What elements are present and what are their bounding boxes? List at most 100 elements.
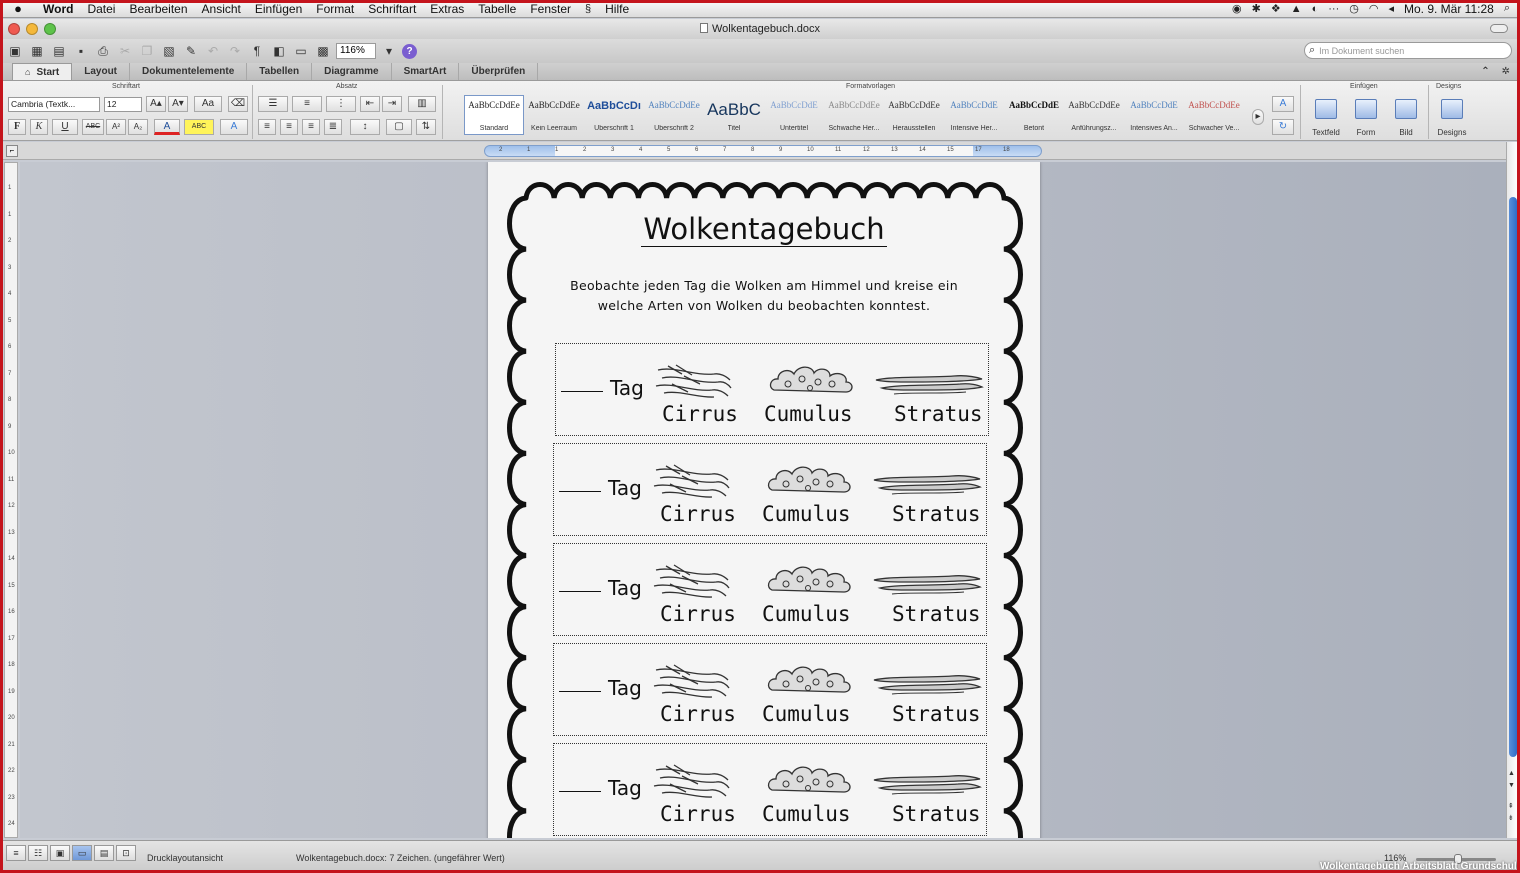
template-gallery-icon[interactable]: ▦ <box>28 42 46 60</box>
cumulus-label[interactable]: Cumulus <box>762 802 851 826</box>
cumulus-label[interactable]: Cumulus <box>762 702 851 726</box>
bold-button[interactable]: F <box>8 119 26 135</box>
sort-icon[interactable]: ⇅ <box>416 119 436 135</box>
tab-smartart[interactable]: SmartArt <box>392 63 460 80</box>
cirrus-label[interactable]: Cirrus <box>660 702 736 726</box>
menu-app-name[interactable]: Word <box>36 2 80 16</box>
stratus-label[interactable]: Stratus <box>892 502 981 526</box>
paste-icon[interactable]: ▧ <box>160 42 178 60</box>
numbered-list-icon[interactable]: ≡ <box>292 96 322 112</box>
font-size-select[interactable]: 12 <box>104 97 142 112</box>
cumulus-label[interactable]: Cumulus <box>762 502 851 526</box>
themes-button[interactable]: Designs <box>1434 99 1470 137</box>
style-kein-leerraum[interactable]: AaBbCcDdEe Kein Leerraum <box>524 95 584 135</box>
justify-icon[interactable]: ≣ <box>324 119 342 135</box>
ribbon-settings-icon[interactable]: ✲ <box>1502 66 1510 77</box>
style-schwache-her[interactable]: AaBbCcDdEe Schwache Her... <box>824 95 884 135</box>
style-standard[interactable]: AaBbCcDdEe Standard <box>464 95 524 135</box>
tab-ueberpruefen[interactable]: Überprüfen <box>459 63 539 80</box>
wifi-icon[interactable]: ◠ <box>1369 2 1379 15</box>
document-search-input[interactable]: ⌕ Im Dokument suchen <box>1304 42 1512 59</box>
save-icon[interactable]: ▪ <box>72 42 90 60</box>
borders-icon[interactable]: ▢ <box>386 119 412 135</box>
more-status-icon[interactable]: ··· <box>1328 3 1339 15</box>
gallery-icon[interactable]: ▭ <box>292 42 310 60</box>
font-color-button[interactable]: A <box>154 119 180 135</box>
tab-start[interactable]: ⌂ Start <box>12 63 73 80</box>
format-painter-icon[interactable]: ✎ <box>182 42 200 60</box>
font-name-select[interactable]: Cambria (Textk... <box>8 97 100 112</box>
refresh-styles-icon[interactable]: ↻ <box>1272 119 1294 135</box>
decrease-indent-icon[interactable]: ⇤ <box>360 96 380 112</box>
manage-styles-icon[interactable]: A <box>1272 96 1294 112</box>
script-menu-icon[interactable]: § <box>578 3 598 15</box>
cut-icon[interactable]: ✂ <box>116 42 134 60</box>
scroll-up-arrow-icon[interactable]: ▲ <box>1508 770 1515 777</box>
sync-icon[interactable]: ◐ <box>1312 3 1319 15</box>
cirrus-label[interactable]: Cirrus <box>662 402 738 426</box>
cirrus-label[interactable]: Cirrus <box>660 602 736 626</box>
new-document-icon[interactable]: ▣ <box>6 42 24 60</box>
insert-shape-button[interactable]: Form <box>1348 99 1384 137</box>
zoom-dropdown-icon[interactable]: ▾ <box>380 42 398 60</box>
previous-page-icon[interactable]: ⇞ <box>1508 802 1514 810</box>
stratus-label[interactable]: Stratus <box>894 402 983 426</box>
day-number-blank[interactable] <box>561 391 603 392</box>
toolbox-icon[interactable]: ▩ <box>314 42 332 60</box>
strikethrough-button[interactable]: ABC <box>82 119 104 135</box>
grow-font-button[interactable]: A▴ <box>146 96 166 112</box>
zoom-window-button[interactable] <box>44 23 56 35</box>
menu-ansicht[interactable]: Ansicht <box>195 2 248 16</box>
tab-layout[interactable]: Layout <box>72 63 131 80</box>
columns-icon[interactable]: ▥ <box>408 96 436 112</box>
style-intensives-an[interactable]: AaBbCcDdE Intensives An... <box>1124 95 1184 135</box>
cumulus-label[interactable]: Cumulus <box>764 402 853 426</box>
menu-hilfe[interactable]: Hilfe <box>598 2 636 16</box>
menu-clock[interactable]: Mo. 9. Mär 11:28 <box>1404 2 1494 16</box>
align-right-icon[interactable]: ≡ <box>302 119 320 135</box>
menu-fenster[interactable]: Fenster <box>523 2 578 16</box>
view-outline-icon[interactable]: ☷ <box>28 845 48 861</box>
style-betont[interactable]: AaBbCcDdE Betont <box>1004 95 1064 135</box>
gear-icon[interactable]: ✱ <box>1252 2 1261 15</box>
horizontal-ruler[interactable]: 2 1 1 2 3 4 5 6 7 8 9 10 11 12 13 14 15 17 18 <box>484 145 1042 157</box>
help-button[interactable]: ? <box>402 43 417 59</box>
sidebar-icon[interactable]: ◧ <box>270 42 288 60</box>
style-überschrift-1[interactable]: AaBbCcDı Überschrift 1 <box>584 95 644 135</box>
style-intensive-her[interactable]: AaBbCcDdE Intensive Her... <box>944 95 1004 135</box>
scroll-down-arrow-icon[interactable]: ▼ <box>1508 782 1515 789</box>
style-untertitel[interactable]: AaBbCcDdE Untertitel <box>764 95 824 135</box>
view-notebook-icon[interactable]: ▤ <box>94 845 114 861</box>
view-fullscreen-icon[interactable]: ⊡ <box>116 845 136 861</box>
spotlight-search-icon[interactable]: ⌕ <box>1504 2 1510 15</box>
change-case-button[interactable]: Aa <box>194 96 222 112</box>
style-herausstellen[interactable]: AaBbCcDdEe Herausstellen <box>884 95 944 135</box>
line-spacing-icon[interactable]: ↕ <box>350 119 380 135</box>
undo-icon[interactable]: ↶ <box>204 42 222 60</box>
tab-tabellen[interactable]: Tabellen <box>247 63 313 80</box>
view-print-layout-icon[interactable]: ▭ <box>72 845 92 861</box>
stratus-label[interactable]: Stratus <box>892 802 981 826</box>
insert-picture-button[interactable]: Bild <box>1388 99 1424 137</box>
next-page-icon[interactable]: ⇟ <box>1508 814 1514 822</box>
increase-indent-icon[interactable]: ⇥ <box>382 96 402 112</box>
document-canvas[interactable]: Wolkentagebuch Beobachte jeden Tag die W… <box>20 162 1506 838</box>
menu-tabelle[interactable]: Tabelle <box>471 2 523 16</box>
status-app-icon[interactable]: ◉ <box>1232 2 1242 15</box>
upload-icon[interactable]: ▲ <box>1291 3 1302 15</box>
menu-bearbeiten[interactable]: Bearbeiten <box>122 2 194 16</box>
view-draft-icon[interactable]: ≡ <box>6 845 26 861</box>
shrink-font-button[interactable]: A▾ <box>168 96 188 112</box>
highlight-button[interactable]: ABC <box>184 119 214 135</box>
document-page[interactable]: Wolkentagebuch Beobachte jeden Tag die W… <box>488 162 1040 838</box>
toolbar-toggle-button[interactable] <box>1490 24 1508 33</box>
minimize-window-button[interactable] <box>26 23 38 35</box>
italic-button[interactable]: K <box>30 119 48 135</box>
bullet-list-icon[interactable]: ☰ <box>258 96 288 112</box>
day-number-blank[interactable] <box>559 791 601 792</box>
clear-formatting-icon[interactable]: ⌫ <box>228 96 248 112</box>
align-left-icon[interactable]: ≡ <box>258 119 276 135</box>
zoom-select[interactable]: 116% <box>336 43 376 59</box>
day-number-blank[interactable] <box>559 491 601 492</box>
underline-button[interactable]: U <box>52 119 78 135</box>
